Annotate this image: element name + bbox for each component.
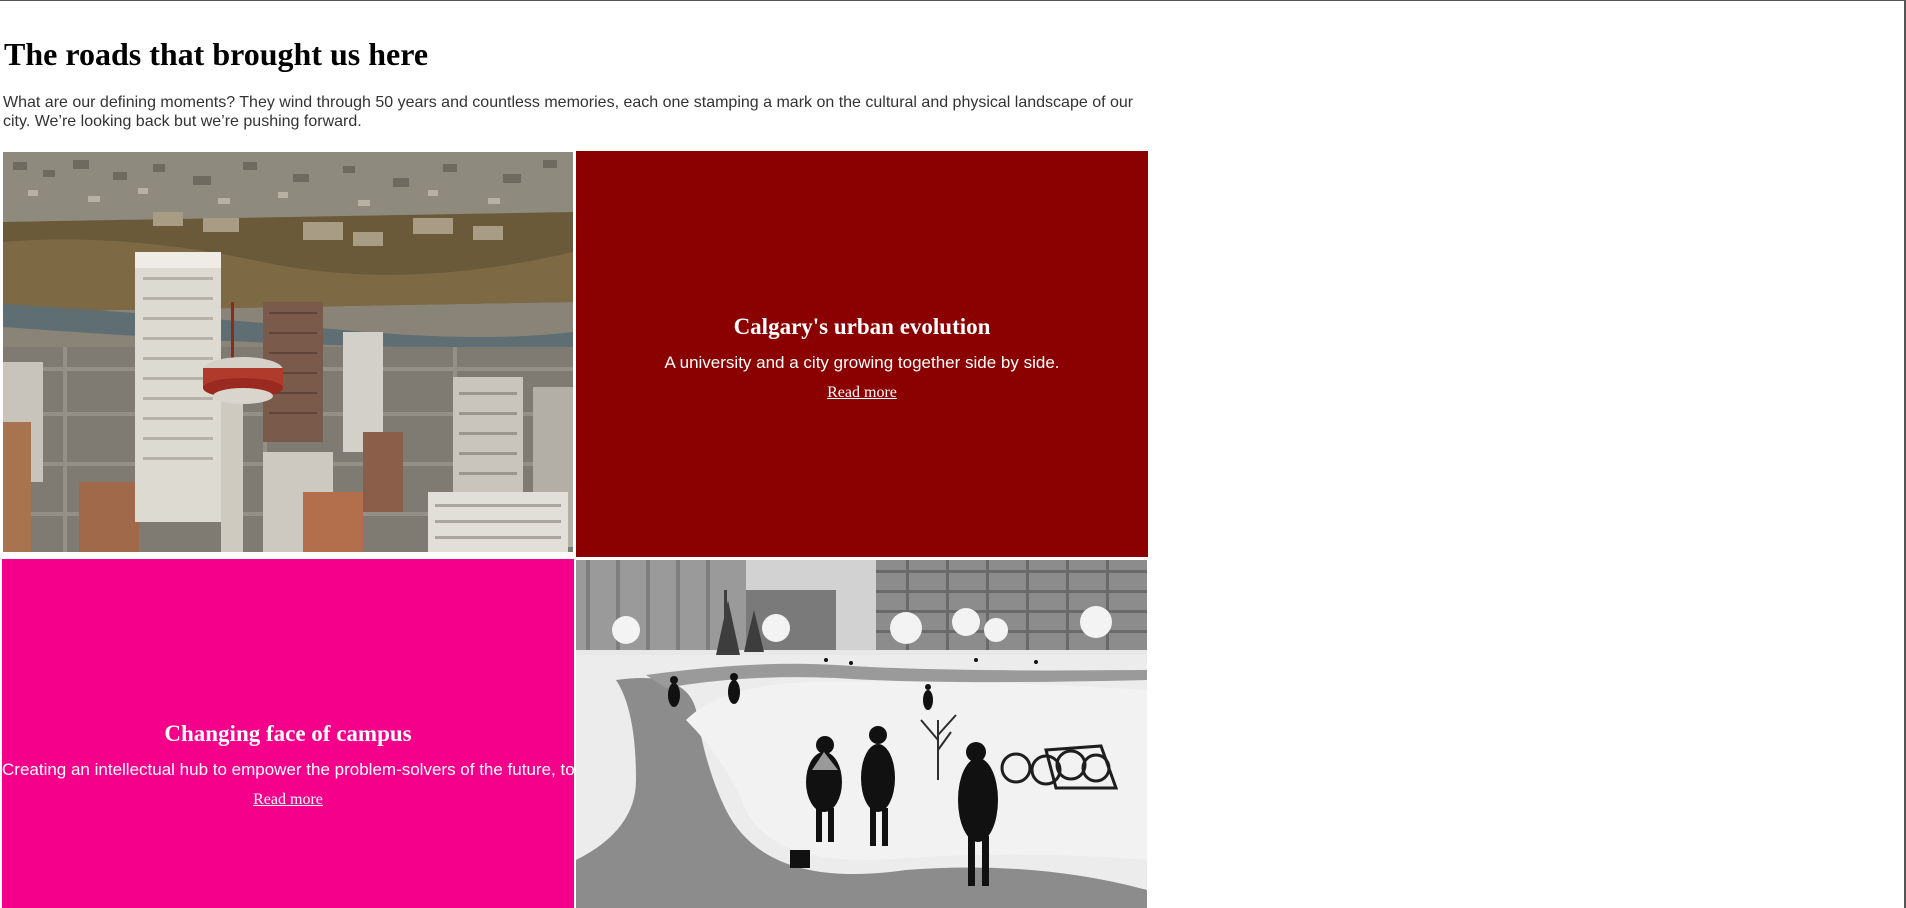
card-heading: Calgary's urban evolution	[733, 314, 991, 339]
campus-face-card: Changing face of campus Creating an inte…	[2, 559, 574, 908]
read-more-link[interactable]: Read more	[827, 384, 897, 402]
urban-evolution-content: Calgary's urban evolution A university a…	[576, 313, 1148, 402]
read-more-link[interactable]: Read more	[253, 791, 323, 809]
winter-campus-image	[576, 560, 1147, 908]
aerial-city-photo	[3, 152, 573, 552]
winter-campus-photo	[576, 560, 1147, 908]
card-heading: Changing face of campus	[164, 721, 412, 746]
page-title: The roads that brought us here	[4, 36, 429, 72]
aerial-city-image	[3, 152, 573, 552]
window-top-border	[0, 0, 1906, 1]
urban-evolution-card: Calgary's urban evolution A university a…	[576, 151, 1148, 557]
campus-face-content: Changing face of campus Creating an inte…	[2, 720, 574, 809]
card-description: Creating an intellectual hub to empower …	[2, 760, 574, 779]
card-description: A university and a city growing together…	[664, 353, 1060, 372]
intro-paragraph: What are our defining moments? They wind…	[3, 94, 1134, 130]
